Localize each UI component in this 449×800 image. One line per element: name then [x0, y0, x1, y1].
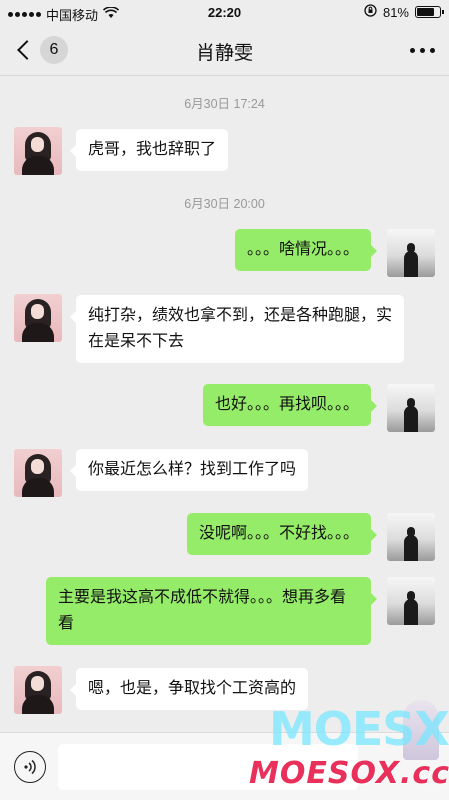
message-bubble-incoming[interactable]: 嗯，也是，争取找个工资高的	[69, 668, 309, 710]
message-bubble-incoming[interactable]: 纯打杂，绩效也拿不到，还是各种跑腿，实在是呆不下去	[70, 295, 404, 363]
chat-title: 肖静雯	[195, 43, 253, 64]
message-bubble-outgoing[interactable]: 没呢啊。。。不好找。。。	[186, 513, 378, 555]
status-bar: 中国移动 22:20 81%	[0, 0, 449, 26]
contact-avatar[interactable]	[14, 666, 62, 714]
my-avatar[interactable]	[387, 577, 435, 625]
message-bubble-outgoing[interactable]: 。。。啥情况。。。	[234, 229, 378, 271]
contact-avatar[interactable]	[14, 449, 62, 497]
rotation-lock-icon	[364, 4, 377, 20]
nav-bar: 6 肖静雯	[0, 26, 449, 76]
more-dots-icon[interactable]	[410, 48, 435, 53]
my-avatar[interactable]	[387, 229, 435, 277]
status-right: 81%	[364, 4, 444, 20]
timestamp: 6月30日 17:24	[184, 97, 265, 111]
battery-percent: 81%	[382, 4, 409, 20]
input-bar	[0, 732, 449, 800]
message-bubble-outgoing[interactable]: 也好。。。再找呗。。。	[202, 384, 378, 426]
my-avatar[interactable]	[387, 384, 435, 432]
message-bubble-outgoing[interactable]: 主要是我这高不成低不就得。。。想再多看看	[46, 577, 377, 645]
contact-avatar[interactable]	[14, 294, 62, 342]
message-input[interactable]	[58, 744, 358, 790]
message-bubble-incoming[interactable]: 你最近怎么样？找到工作了吗	[69, 449, 309, 491]
timestamp: 6月30日 20:00	[184, 197, 265, 211]
message-bubble-incoming[interactable]: 虎哥，我也辞职了	[69, 129, 229, 171]
chat-area[interactable]: 6月30日 17:24 虎哥，我也辞职了 6月30日 20:00 。。。啥情况。…	[0, 76, 449, 732]
voice-icon[interactable]	[14, 751, 46, 783]
contact-avatar[interactable]	[14, 127, 62, 175]
battery-icon	[415, 6, 444, 18]
my-avatar[interactable]	[387, 513, 435, 561]
